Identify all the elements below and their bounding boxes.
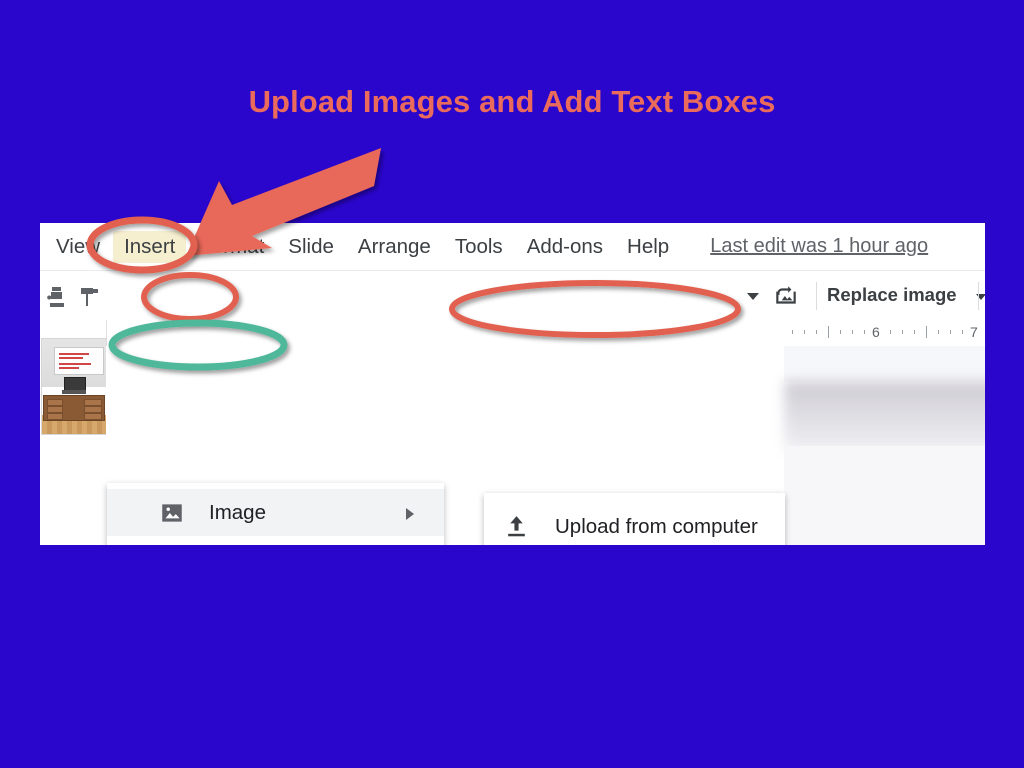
toolbar-divider bbox=[816, 282, 817, 310]
menu-item-insert[interactable]: Insert bbox=[113, 230, 187, 263]
toolbar-divider-2 bbox=[978, 282, 979, 310]
slide-filmstrip bbox=[40, 320, 107, 545]
horizontal-ruler: 6 7 bbox=[784, 320, 985, 347]
submenu-option-upload-from-computer[interactable]: Upload from computer bbox=[484, 503, 785, 545]
ruler-label-7: 7 bbox=[970, 324, 978, 340]
menu-item-slide[interactable]: Slide bbox=[277, 231, 345, 263]
insert-dropdown-menu: Image Text box Audio bbox=[107, 483, 444, 545]
menu-option-image[interactable]: Image bbox=[107, 489, 444, 536]
google-slides-screenshot: View Insert Format Slide Arrange Tools A… bbox=[40, 223, 985, 545]
canvas-upper-region bbox=[784, 346, 985, 382]
ruler-label-6: 6 bbox=[872, 324, 880, 340]
canvas-lower-region bbox=[784, 446, 985, 545]
image-icon bbox=[162, 503, 182, 522]
submenu-arrow-icon bbox=[406, 508, 414, 520]
thumbnail-whiteboard bbox=[54, 347, 104, 375]
image-submenu: Upload from computer Search the web Driv… bbox=[484, 493, 785, 545]
mask-image-icon[interactable] bbox=[773, 283, 799, 309]
canvas-blurred-image-region bbox=[784, 381, 985, 451]
menu-item-format[interactable]: Format bbox=[188, 231, 275, 263]
submenu-option-upload-label: Upload from computer bbox=[555, 514, 758, 538]
fill-color-icon[interactable] bbox=[46, 284, 70, 308]
last-edit-status[interactable]: Last edit was 1 hour ago bbox=[710, 235, 928, 258]
menu-option-image-label: Image bbox=[209, 500, 266, 524]
thumbnail-laptop-base bbox=[62, 390, 86, 394]
thumbnail-desk bbox=[43, 395, 105, 421]
page-title: Upload Images and Add Text Boxes bbox=[248, 84, 776, 119]
menubar: View Insert Format Slide Arrange Tools A… bbox=[40, 223, 985, 270]
paint-format-icon[interactable] bbox=[78, 284, 102, 308]
upload-icon bbox=[508, 516, 525, 537]
menu-item-help[interactable]: Help bbox=[616, 231, 680, 263]
menu-item-tools[interactable]: Tools bbox=[444, 231, 514, 263]
slide-thumbnail[interactable] bbox=[41, 338, 107, 435]
replace-image-button[interactable]: Replace image bbox=[827, 284, 957, 306]
menu-option-text-box[interactable]: Text box bbox=[107, 536, 444, 545]
menu-item-view[interactable]: View bbox=[45, 231, 111, 263]
menu-item-add-ons[interactable]: Add-ons bbox=[516, 231, 614, 263]
toolbar: Replace image bbox=[40, 270, 985, 321]
menu-item-arrange[interactable]: Arrange bbox=[347, 231, 442, 263]
toolbar-dropdown-caret[interactable] bbox=[747, 293, 759, 300]
